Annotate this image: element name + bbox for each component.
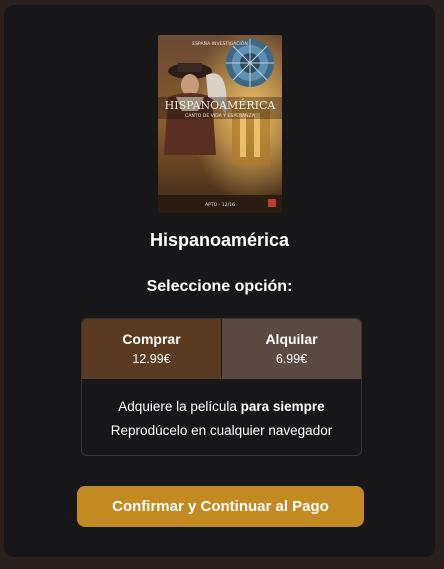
poster-tagline-text: CANTO DE VIDA Y ESPERANZA [185, 113, 256, 119]
poster-rating-text: APTO · 12/16 [205, 202, 235, 208]
buy-option[interactable]: Comprar 12.99€ [82, 319, 221, 379]
description-line-1-text: Adquiere la película [118, 399, 241, 414]
option-heading: Seleccione opción: [146, 278, 293, 295]
description-line-1-bold: para siempre [240, 399, 325, 414]
movie-title: Hispanoamérica [149, 230, 290, 250]
poster-top-text: ESPAÑA·INVESTIGACIÓN [192, 40, 248, 47]
buy-option-price: 12.99€ [132, 352, 171, 366]
purchase-modal: HISPANOAMÉRICA CANTO DE VIDA Y ESPERANZA… [4, 5, 435, 557]
purchase-options: Comprar 12.99€ Alquilar 6.99€ Adquiere l… [81, 318, 362, 456]
option-description: Adquiere la película para siempre Reprod… [82, 395, 361, 443]
rent-option-label: Alquilar [265, 331, 318, 347]
movie-poster: HISPANOAMÉRICA CANTO DE VIDA Y ESPERANZA… [158, 35, 282, 213]
description-line-1: Adquiere la película para siempre [82, 395, 361, 419]
rent-option-price: 6.99€ [275, 352, 308, 366]
buy-option-label: Comprar [122, 331, 181, 347]
description-line-2: Reprodúcelo en cualquier navegador [110, 423, 333, 438]
rent-option[interactable]: Alquilar 6.99€ [222, 319, 361, 379]
confirm-payment-button[interactable]: Confirmar y Continuar al Pago [77, 486, 364, 527]
poster-title-text: HISPANOAMÉRICA [165, 98, 277, 112]
